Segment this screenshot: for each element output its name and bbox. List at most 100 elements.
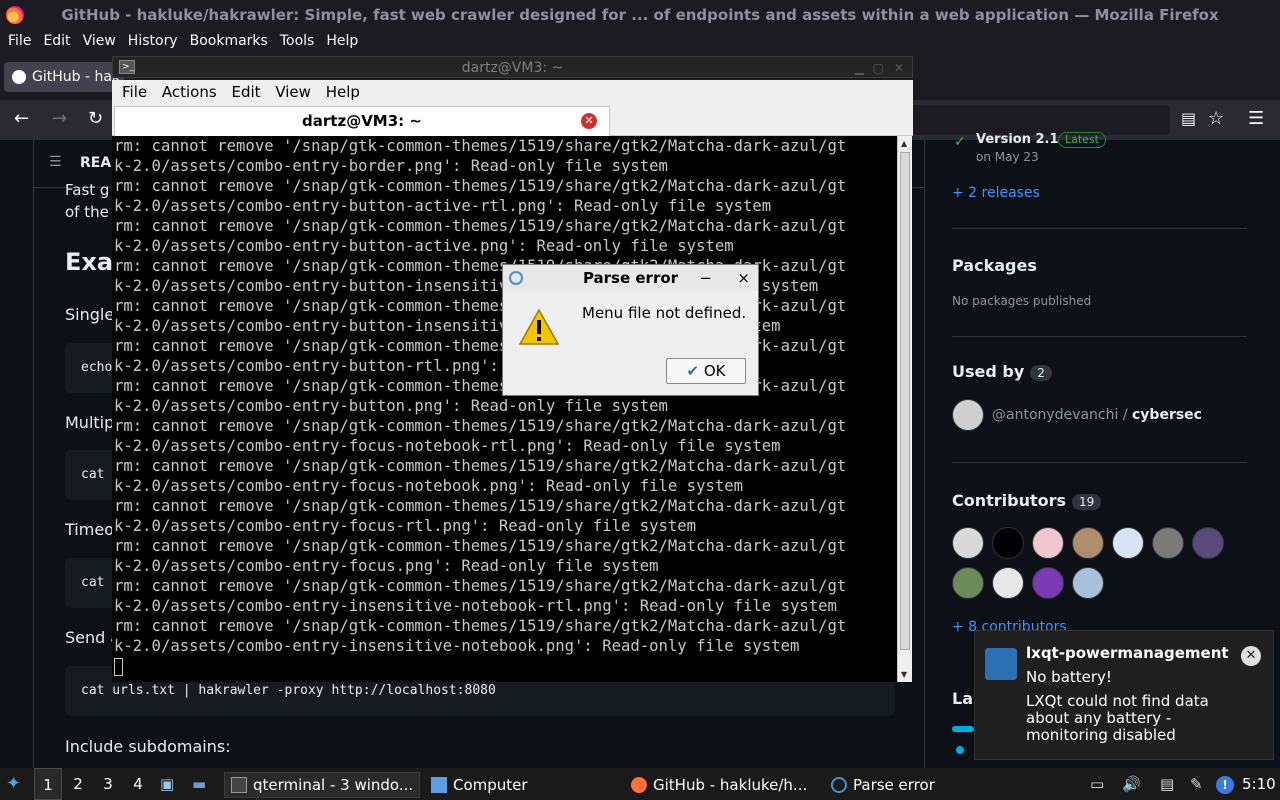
code-block-2-text: cat <box>81 467 105 482</box>
avatar[interactable] <box>992 567 1024 599</box>
taskbar-qterminal[interactable]: qterminal - 3 windo... <box>224 772 420 798</box>
used-by-heading[interactable]: Used by 2 <box>952 362 1052 381</box>
volume-icon[interactable]: 🔊 <box>1122 768 1144 800</box>
dialog-title: Parse error <box>582 269 679 287</box>
desktop-3[interactable]: 3 <box>94 768 122 800</box>
packages-heading[interactable]: Packages <box>952 256 1037 275</box>
single-url-text: Single <box>65 305 115 324</box>
clock[interactable]: 5:10 <box>1242 768 1280 800</box>
dialog-titlebar[interactable]: Parse error − × <box>503 265 758 291</box>
examples-heading: Exa <box>65 248 114 276</box>
firefox-logo-icon <box>6 6 24 24</box>
terminal-output[interactable]: rm: cannot remove '/snap/gtk-common-them… <box>112 136 897 682</box>
checkmark-icon: ✔ <box>686 362 700 380</box>
ff-menu-bookmarks[interactable]: Bookmarks <box>186 30 272 52</box>
avatar[interactable] <box>1152 527 1184 559</box>
terminal-window-title: dartz@VM3: ~ <box>461 60 564 76</box>
clipboard-icon[interactable]: ▭ <box>1090 768 1108 800</box>
scroll-down-arrow-icon[interactable]: ▼ <box>901 670 907 679</box>
browser-tab-label: GitHub - hak <box>32 69 121 85</box>
tools-icon[interactable]: ✎ <box>1190 768 1212 800</box>
terminal-titlebar[interactable]: >_ dartz@VM3: ~ ▁ ▢ ✕ <box>112 56 913 78</box>
releases-link[interactable]: + 2 releases <box>952 185 1040 201</box>
ff-menu-help[interactable]: Help <box>322 30 362 52</box>
taskbar-qterminal-label: qterminal - 3 windo... <box>253 776 414 794</box>
url-bar[interactable] <box>912 105 1170 135</box>
file-manager-icon[interactable]: ▣ <box>160 768 178 800</box>
maximize-icon[interactable]: ▢ <box>873 57 884 79</box>
notification-icon[interactable]: ! <box>1216 768 1238 800</box>
avatar[interactable] <box>1072 527 1104 559</box>
term-menu-actions[interactable]: Actions <box>162 80 217 104</box>
latest-badge: Latest <box>1058 132 1106 148</box>
terminal-scrollbar[interactable]: ▲ ▼ <box>897 136 912 682</box>
dialog-app-icon <box>509 271 523 285</box>
show-desktop-icon[interactable]: ▬ <box>192 768 212 800</box>
used-by-entry[interactable]: @antonydevanchi / cybersec <box>992 407 1202 423</box>
start-menu-icon[interactable]: ✦ <box>6 768 28 800</box>
term-menu-file[interactable]: File <box>122 80 147 104</box>
contributors-label: Contributors <box>952 491 1067 510</box>
contributors-heading[interactable]: Contributors 19 <box>952 491 1102 510</box>
minimize-icon[interactable]: ▁ <box>855 57 864 79</box>
language-dot <box>956 746 964 754</box>
dialog-minimize-icon[interactable]: − <box>699 265 712 291</box>
reload-icon[interactable]: ↻ <box>88 108 103 130</box>
desktop-1[interactable]: 1 <box>34 768 62 800</box>
notification-title: lxqt-powermanagement <box>1026 644 1229 662</box>
term-menu-view[interactable]: View <box>275 80 311 104</box>
ff-menu-edit[interactable]: Edit <box>39 30 74 52</box>
term-menu-help[interactable]: Help <box>326 80 360 104</box>
forward-arrow-icon[interactable]: → <box>52 108 67 130</box>
release-date: on May 23 <box>976 150 1039 164</box>
taskbar-computer-label: Computer <box>453 776 528 794</box>
terminal-tab[interactable]: dartz@VM3: ~ ✕ <box>114 106 610 136</box>
scroll-up-arrow-icon[interactable]: ▲ <box>901 139 907 148</box>
notification-close-icon[interactable]: ✕ <box>1241 646 1261 666</box>
avatar[interactable] <box>952 527 984 559</box>
term-menu-edit[interactable]: Edit <box>231 80 260 104</box>
taskbar-parse-error[interactable]: Parse error <box>824 772 1020 798</box>
ok-button[interactable]: ✔ OK <box>666 358 746 384</box>
terminal-cursor <box>114 658 123 676</box>
avatar[interactable] <box>1112 527 1144 559</box>
avatar[interactable] <box>952 399 984 431</box>
used-by-separator: / <box>1122 407 1128 423</box>
lxqt-bird-icon <box>985 648 1017 680</box>
close-icon[interactable]: ✕ <box>894 57 904 79</box>
reader-view-icon[interactable]: ▤ <box>1181 108 1196 130</box>
hamburger-menu-icon[interactable]: ☰ <box>1248 108 1264 130</box>
back-arrow-icon[interactable]: ← <box>14 108 29 130</box>
avatar[interactable] <box>952 567 984 599</box>
notes-icon[interactable]: ▤ <box>1160 768 1182 800</box>
code-block-3-text: cat <box>81 575 105 590</box>
ff-menu-history[interactable]: History <box>124 30 182 52</box>
browser-tab-github[interactable]: GitHub - hak <box>4 62 124 92</box>
ff-menu-view[interactable]: View <box>79 30 120 52</box>
terminal-menubar: File Actions Edit View Help <box>112 80 913 104</box>
list-icon[interactable]: ☰ <box>49 154 62 170</box>
dialog-message: Menu file not defined. <box>582 304 747 322</box>
taskbar-computer[interactable]: Computer <box>424 772 620 798</box>
release-version[interactable]: Version 2.1 <box>976 132 1059 147</box>
desktop-2[interactable]: 2 <box>64 768 92 800</box>
taskbar-firefox[interactable]: GitHub - hakluke/h... <box>624 772 820 798</box>
firefox-window-title: GitHub - hakluke/hakrawler: Simple, fast… <box>61 6 1219 24</box>
packages-text: No packages published <box>952 294 1092 308</box>
firefox-icon <box>631 777 647 793</box>
avatar[interactable] <box>1192 527 1224 559</box>
avatar[interactable] <box>1032 527 1064 559</box>
scrollbar-thumb[interactable] <box>900 152 910 650</box>
avatar[interactable] <box>1072 567 1104 599</box>
star-icon[interactable]: ☆ <box>1208 108 1224 130</box>
avatar[interactable] <box>1032 567 1064 599</box>
dialog-close-icon[interactable]: × <box>737 265 750 291</box>
include-subdomains-text: Include subdomains: <box>65 737 231 756</box>
notification-body: LXQt could not find data about any batte… <box>1026 692 1209 744</box>
ff-menu-tools[interactable]: Tools <box>276 30 319 52</box>
avatar[interactable] <box>992 527 1024 559</box>
terminal-app-icon: >_ <box>119 60 135 74</box>
close-tab-icon[interactable]: ✕ <box>581 113 597 129</box>
ff-menu-file[interactable]: File <box>4 30 35 52</box>
desktop-4[interactable]: 4 <box>124 768 152 800</box>
